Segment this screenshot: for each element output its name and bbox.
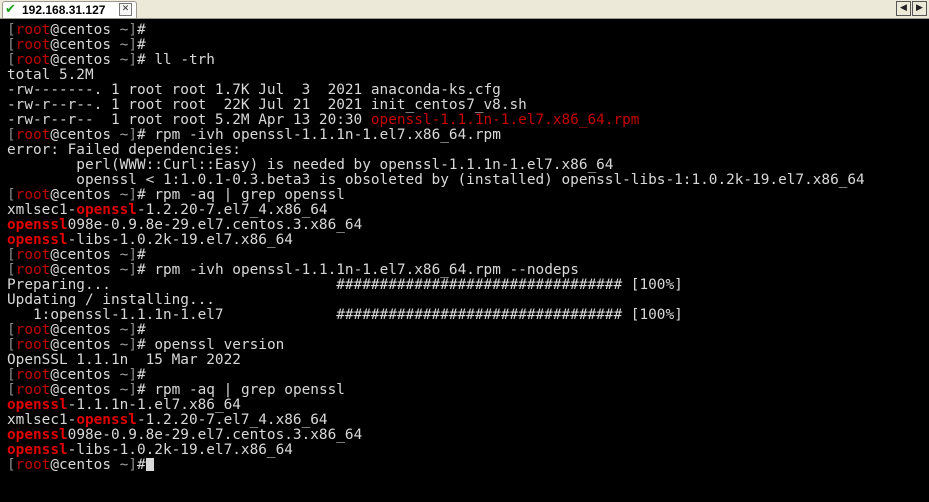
- terminal-line: [root@centos ~]#: [7, 247, 146, 263]
- terminal-line: xmlsec1-openssl-1.2.20-7.el7_4.x86_64: [7, 412, 328, 428]
- terminal-line: [root@centos ~]# rpm -aq | grep openssl: [7, 382, 345, 398]
- terminal-line: -rw-r--r-- 1 root root 5.2M Apr 13 20:30…: [7, 112, 640, 128]
- terminal-line: 1:openssl-1.1.1n-1.el7 #################…: [7, 307, 683, 323]
- terminal-line: [root@centos ~]#: [7, 367, 146, 383]
- terminal-line: total 5.2M: [7, 67, 94, 83]
- terminal-line: [root@centos ~]# openssl version: [7, 337, 285, 353]
- tab-scroll-left-icon[interactable]: ◀: [896, 1, 911, 16]
- terminal-line: [root@centos ~]# rpm -ivh openssl-1.1.1n…: [7, 127, 501, 143]
- terminal-line: openssl098e-0.9.8e-29.el7.centos.3.x86_6…: [7, 427, 363, 443]
- terminal-line: error: Failed dependencies:: [7, 142, 241, 158]
- terminal-line: Updating / installing...: [7, 292, 215, 308]
- terminal-line: perl(WWW::Curl::Easy) is needed by opens…: [7, 157, 614, 173]
- close-tab-icon[interactable]: ✕: [119, 3, 132, 16]
- session-tab-bar: ✔ 192.168.31.127 ✕ ◀ ▶: [0, 0, 929, 19]
- session-tab[interactable]: ✔ 192.168.31.127 ✕: [2, 1, 137, 18]
- terminal-line: [root@centos ~]#: [7, 22, 146, 38]
- terminal-line: [root@centos ~]#: [7, 37, 146, 53]
- terminal-line: -rw-r--r--. 1 root root 22K Jul 21 2021 …: [7, 97, 527, 113]
- terminal-line: [root@centos ~]# rpm -aq | grep openssl: [7, 187, 345, 203]
- terminal-line: openssl < 1:1.0.1-0.3.beta3 is obsoleted…: [7, 172, 865, 188]
- terminal-line: openssl-libs-1.0.2k-19.el7.x86_64: [7, 232, 293, 248]
- terminal-line: [root@centos ~]# ll -trh: [7, 52, 215, 68]
- terminal-line: [root@centos ~]# rpm -ivh openssl-1.1.1n…: [7, 262, 579, 278]
- terminal-line: [root@centos ~]#: [7, 322, 146, 338]
- terminal-line: Preparing... ###########################…: [7, 277, 683, 293]
- connected-check-icon: ✔: [5, 2, 16, 17]
- terminal-line: openssl098e-0.9.8e-29.el7.centos.3.x86_6…: [7, 217, 363, 233]
- terminal-output[interactable]: [root@centos ~]# [root@centos ~]# [root@…: [7, 23, 927, 502]
- terminal-line: OpenSSL 1.1.1n 15 Mar 2022: [7, 352, 241, 368]
- terminal-line: [root@centos ~]#: [7, 458, 927, 473]
- text-cursor: [145, 458, 154, 471]
- session-tab-title: 192.168.31.127: [22, 3, 106, 17]
- terminal-line: xmlsec1-openssl-1.2.20-7.el7_4.x86_64: [7, 202, 328, 218]
- tab-scroll-right-icon[interactable]: ▶: [912, 1, 927, 16]
- terminal-line: openssl-1.1.1n-1.el7.x86_64: [7, 397, 241, 413]
- terminal-line: -rw-------. 1 root root 1.7K Jul 3 2021 …: [7, 82, 501, 98]
- terminal-line: openssl-libs-1.0.2k-19.el7.x86_64: [7, 442, 293, 458]
